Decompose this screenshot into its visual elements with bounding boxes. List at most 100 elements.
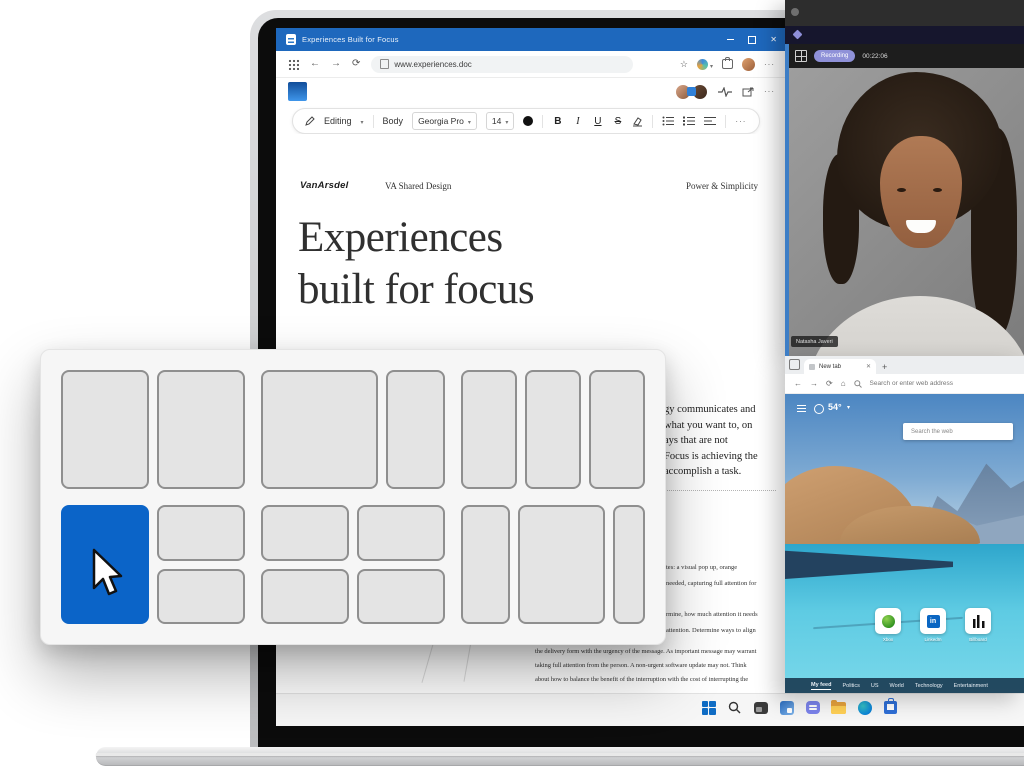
share-icon[interactable] — [742, 87, 754, 97]
strikethrough-button[interactable]: S — [612, 116, 623, 127]
store-icon[interactable] — [882, 699, 899, 716]
teams-titlebar[interactable] — [785, 0, 1024, 26]
teams-navbar — [785, 26, 1024, 44]
refresh-icon[interactable]: ⟳ — [826, 379, 833, 388]
italic-button[interactable]: I — [572, 116, 583, 127]
address-bar[interactable]: www.experiences.doc — [371, 56, 633, 73]
doc-heading: Experiences built for focus — [298, 212, 534, 316]
snap-zone[interactable] — [157, 370, 245, 489]
temperature[interactable]: 54° — [828, 402, 842, 412]
align-left-icon[interactable] — [704, 116, 716, 126]
back-icon[interactable]: ← — [310, 59, 320, 69]
snap-zone[interactable] — [461, 370, 517, 489]
bullet-list-icon[interactable] — [662, 116, 674, 126]
back-icon[interactable]: ← — [794, 379, 802, 388]
maximize-icon[interactable] — [748, 36, 756, 44]
snap-layout-three-columns[interactable] — [461, 370, 645, 489]
quick-link-billboard[interactable] — [965, 608, 991, 634]
forward-icon[interactable]: → — [331, 59, 341, 69]
tab-actions-icon[interactable] — [789, 359, 800, 370]
web-search-box[interactable]: Search the web — [903, 423, 1013, 440]
snap-zone[interactable] — [61, 370, 149, 489]
underline-button[interactable]: U — [592, 116, 603, 127]
browser-more-icon[interactable]: ··· — [764, 60, 775, 69]
feed-item-my-feed[interactable]: My feed — [811, 682, 831, 690]
snap-zone[interactable] — [261, 505, 349, 561]
tile-label: LinkedIn — [910, 637, 956, 642]
pencil-icon — [305, 116, 315, 126]
apps-grid-icon[interactable] — [288, 59, 299, 70]
snap-layout-two-halves[interactable] — [61, 370, 245, 489]
forward-icon[interactable]: → — [810, 379, 818, 388]
profile-avatar[interactable] — [742, 58, 755, 71]
highlighter-icon[interactable] — [632, 116, 643, 127]
quick-link-linkedin[interactable]: in — [920, 608, 946, 634]
window-title: Experiences Built for Focus — [302, 35, 399, 44]
snap-zone[interactable] — [261, 370, 378, 489]
activity-icon[interactable] — [718, 87, 732, 97]
feed-item-entertainment[interactable]: Entertainment — [954, 683, 988, 689]
snap-zone[interactable] — [157, 569, 245, 625]
menu-icon[interactable] — [797, 405, 806, 412]
tab-close-icon[interactable]: ✕ — [866, 363, 871, 370]
new-tab-icon[interactable]: + — [882, 362, 887, 372]
doc-window-titlebar[interactable]: Experiences Built for Focus ✕ — [276, 28, 787, 51]
linkedin-icon: in — [927, 615, 940, 628]
snap-layout-quad[interactable] — [261, 505, 445, 624]
snap-layout-center-wide[interactable] — [461, 505, 645, 624]
snap-zone[interactable] — [518, 505, 606, 624]
collaborator-avatars[interactable] — [675, 84, 708, 100]
start-icon[interactable] — [700, 699, 717, 716]
snap-zone[interactable] — [157, 505, 245, 561]
document-app-icon — [286, 34, 296, 45]
gallery-view-icon[interactable] — [795, 50, 807, 62]
editing-mode[interactable]: Editing — [324, 116, 352, 126]
snap-zone[interactable] — [589, 370, 645, 489]
xbox-icon — [882, 615, 895, 628]
word-app-logo[interactable] — [288, 82, 307, 101]
widgets-icon[interactable] — [778, 699, 795, 716]
snap-zone[interactable] — [613, 505, 645, 624]
snap-layout-wide-left[interactable] — [261, 370, 445, 489]
font-color-button[interactable] — [523, 116, 533, 126]
edge-icon[interactable] — [856, 699, 873, 716]
billboard-icon — [972, 615, 985, 628]
snap-zone[interactable] — [357, 505, 445, 561]
teams-call-window[interactable]: Recording 00:22:06 Natasha Javeri — [785, 0, 1024, 356]
toolbar-more-icon[interactable]: ··· — [735, 117, 746, 126]
favorites-icon[interactable]: ☆ — [680, 59, 688, 70]
refresh-icon[interactable]: ⟳ — [352, 59, 360, 69]
file-explorer-icon[interactable] — [830, 699, 847, 716]
snap-zone[interactable] — [386, 370, 445, 489]
snap-zone[interactable] — [461, 505, 510, 624]
address-placeholder[interactable]: Search or enter web address — [870, 380, 953, 387]
quick-link-xbox[interactable] — [875, 608, 901, 634]
browser-essentials-icon[interactable] — [697, 55, 713, 73]
feed-item-technology[interactable]: Technology — [915, 683, 943, 689]
feed-item-world[interactable]: World — [890, 683, 904, 689]
app-more-icon[interactable]: ··· — [764, 87, 775, 96]
collections-icon[interactable] — [722, 59, 733, 69]
tab-new-tab[interactable]: New tab ✕ — [804, 359, 876, 374]
style-selector[interactable]: Body — [383, 116, 404, 126]
search-icon[interactable] — [726, 699, 743, 716]
feed-item-politics[interactable]: Politics — [842, 683, 859, 689]
screenshot-root: Experiences Built for Focus ✕ ← → ⟳ www.… — [0, 0, 1024, 768]
snap-zone[interactable] — [525, 370, 581, 489]
address-url[interactable]: www.experiences.doc — [394, 60, 471, 69]
feed-item-us[interactable]: US — [871, 683, 879, 689]
home-icon[interactable]: ⌂ — [841, 379, 846, 388]
close-icon[interactable]: ✕ — [770, 36, 777, 44]
font-size-selector[interactable]: 14 — [486, 112, 514, 130]
edge-newtab-window[interactable]: New tab ✕ + ← → ⟳ ⌂ Search or enter web … — [785, 356, 1024, 693]
search-icon — [854, 380, 862, 388]
minimize-icon[interactable] — [727, 39, 734, 40]
task-view-icon[interactable] — [752, 699, 769, 716]
snap-zone[interactable] — [357, 569, 445, 625]
snap-zone[interactable] — [261, 569, 349, 625]
chat-icon[interactable] — [804, 699, 821, 716]
font-selector[interactable]: Georgia Pro — [412, 112, 477, 130]
doc-header-right: Power & Simplicity — [636, 181, 758, 191]
numbered-list-icon[interactable] — [683, 116, 695, 126]
bold-button[interactable]: B — [552, 116, 563, 127]
